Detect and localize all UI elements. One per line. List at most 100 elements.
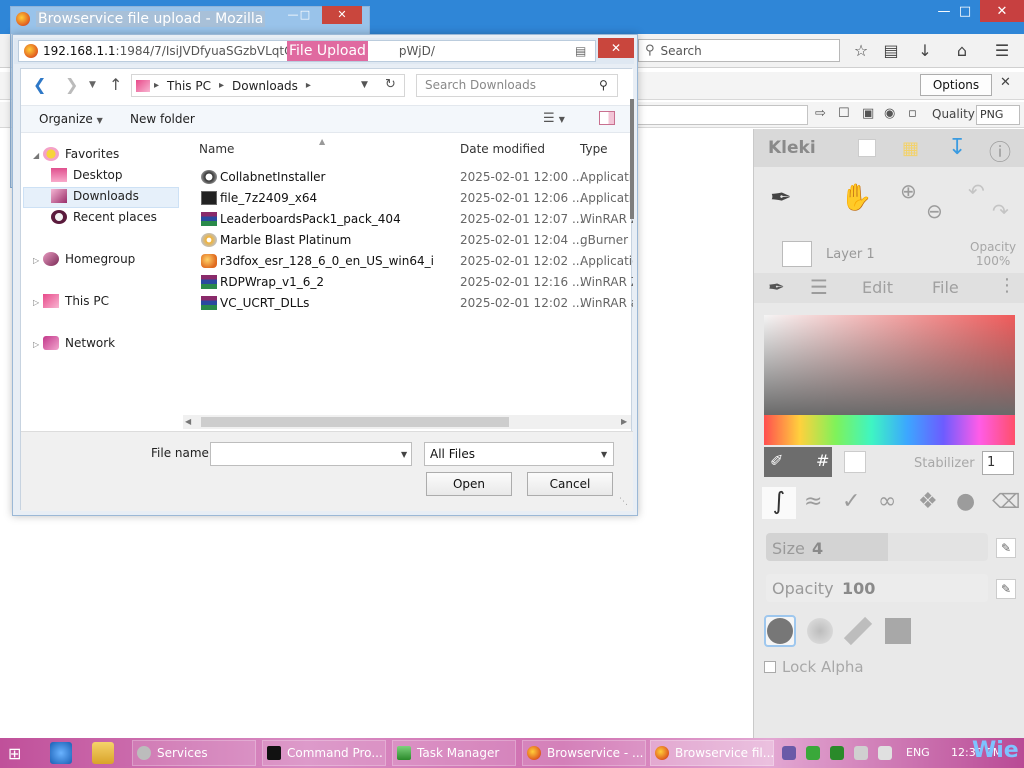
redo-icon[interactable]: ↷ [992, 199, 1009, 223]
file-row[interactable]: r3dfox_esr_128_6_0_en_US_win64_i 2025-02… [197, 251, 633, 272]
clipboard-icon[interactable]: ▫ [908, 106, 917, 121]
expand-icon[interactable]: ▷ [33, 256, 39, 265]
sketchy-brush-icon[interactable]: ✓ [842, 489, 860, 514]
browservice-address-input[interactable] [636, 105, 808, 125]
stabilizer-select[interactable]: 1 [982, 451, 1014, 475]
expand-icon[interactable]: ◢ [33, 151, 39, 160]
breadcrumb-downloads[interactable]: Downloads [232, 79, 298, 93]
cancel-button[interactable]: Cancel [527, 472, 613, 496]
windows-start-icon[interactable]: ⊞ [8, 744, 21, 763]
save-icon[interactable]: ▣ [862, 106, 874, 121]
tray-app-icon[interactable] [782, 746, 796, 760]
taskbar-item-browservice[interactable]: Browservice - ... [522, 740, 646, 766]
new-folder-button[interactable]: New folder [130, 112, 195, 126]
file-row[interactable]: file_7z2409_x64 2025-02-01 12:06 ... App… [197, 188, 633, 209]
search-downloads-input[interactable]: Search Downloads [416, 74, 618, 97]
file-row[interactable]: LeaderboardsPack1_pack_404 2025-02-01 12… [197, 209, 633, 230]
tray-status-icon[interactable] [830, 746, 844, 760]
reader-view-icon[interactable]: ▤ [575, 44, 586, 58]
close-button[interactable]: ✕ [980, 0, 1024, 22]
smudge-icon[interactable]: ● [956, 489, 975, 514]
popup-maximize-button[interactable]: □ [294, 8, 316, 24]
scroll-left-icon[interactable]: ◀ [185, 417, 191, 426]
volume-icon[interactable] [878, 746, 892, 760]
vertical-scrollbar[interactable] [630, 99, 634, 219]
column-header-name[interactable]: Name [199, 142, 234, 156]
tree-item-desktop[interactable]: Desktop [51, 168, 123, 182]
size-edit-icon[interactable]: ✎ [996, 538, 1016, 558]
tree-item-network[interactable]: Network [43, 336, 115, 350]
zoom-out-icon[interactable]: ⊖ [926, 199, 943, 223]
back-arrow-icon[interactable]: ❮ [33, 75, 46, 94]
hex-input-button[interactable]: # [816, 451, 829, 470]
download-icon[interactable]: ↓ [913, 40, 937, 62]
file-row[interactable]: RDPWrap_v1_6_2 2025-02-01 12:16 ... WinR… [197, 272, 633, 293]
preview-pane-icon[interactable] [599, 111, 615, 125]
column-header-date[interactable]: Date modified [460, 142, 545, 156]
tree-item-this-pc[interactable]: This PC [43, 294, 109, 308]
new-image-icon[interactable] [858, 139, 876, 157]
tree-item-homegroup[interactable]: Homegroup [43, 252, 135, 266]
color-picker-area[interactable] [764, 315, 1015, 415]
tab-edit[interactable]: Edit [862, 278, 893, 297]
dialog-close-button[interactable]: ✕ [598, 38, 634, 58]
maximize-button[interactable]: □ [950, 0, 980, 22]
browser-search-input[interactable]: ⚲ Search [638, 39, 840, 62]
shape-circle-soft[interactable] [804, 615, 836, 647]
close-icon[interactable]: ✕ [1000, 75, 1011, 90]
shape-square[interactable] [882, 615, 914, 647]
recent-locations-icon[interactable]: ▼ [89, 80, 96, 90]
eyedropper-icon[interactable]: ✐ [770, 451, 783, 470]
hue-slider[interactable] [764, 415, 1015, 445]
opacity-edit-icon[interactable]: ✎ [996, 579, 1016, 599]
fill-icon[interactable]: ❖ [918, 489, 938, 514]
help-icon[interactable]: ⓘ [989, 135, 1011, 167]
breadcrumb-this-pc[interactable]: This PC [167, 79, 211, 93]
up-arrow-icon[interactable]: ↑ [109, 75, 122, 94]
layer-row[interactable]: Layer 1 Opacity 100% [754, 235, 1024, 271]
organize-button[interactable]: Organize ▼ [39, 112, 103, 126]
more-icon[interactable]: ⋮ [998, 275, 1016, 296]
download-icon[interactable]: ↧ [948, 135, 966, 160]
expand-icon[interactable]: ▷ [33, 340, 39, 349]
forward-arrow-icon[interactable]: ❯ [65, 75, 78, 94]
tree-item-recent[interactable]: Recent places [51, 210, 157, 224]
refresh-icon[interactable]: ↻ [385, 77, 396, 92]
ie-icon[interactable] [50, 742, 72, 764]
menu-icon[interactable]: ☰ [990, 40, 1014, 62]
hand-icon[interactable]: ✋ [840, 183, 872, 213]
taskbar-item-browservice-upload[interactable]: Browservice fil... [650, 740, 774, 766]
scroll-right-icon[interactable]: ▶ [621, 417, 627, 426]
bookmark-star-icon[interactable]: ☆ [849, 40, 873, 62]
home-icon[interactable]: ⌂ [950, 40, 974, 62]
language-indicator[interactable]: ENG [906, 746, 930, 759]
tab-brush-icon[interactable]: ✒ [768, 275, 785, 299]
view-options-icon[interactable]: ☰ ▼ [543, 111, 565, 126]
go-arrow-icon[interactable]: ⇨ [815, 106, 826, 121]
file-name-input[interactable] [210, 442, 412, 466]
secondary-color-swatch[interactable] [844, 451, 866, 473]
horizontal-scroll-thumb[interactable] [201, 417, 509, 427]
pen-brush-icon[interactable]: ∫ [762, 487, 796, 519]
explorer-icon[interactable] [92, 742, 114, 764]
taskbar-item-command-prompt[interactable]: Command Pro... [262, 740, 386, 766]
lock-alpha-checkbox[interactable] [764, 661, 776, 673]
brush-icon[interactable]: ✒ [770, 183, 792, 213]
eraser-icon[interactable]: ⌫ [992, 489, 1020, 513]
blend-brush-icon[interactable]: ≈ [804, 489, 822, 514]
options-button[interactable]: Options [920, 74, 992, 96]
shape-chisel[interactable] [842, 615, 874, 647]
shape-circle-hard[interactable] [764, 615, 796, 647]
chevron-down-icon[interactable]: ▼ [401, 450, 407, 459]
file-row[interactable]: VC_UCRT_DLLs 2025-02-01 12:02 ... WinRAR… [197, 293, 633, 314]
taskbar-item-services[interactable]: Services [132, 740, 256, 766]
lasso-icon[interactable]: ∞ [878, 489, 896, 514]
tree-item-downloads[interactable]: Downloads [51, 189, 139, 203]
import-icon[interactable]: ▦ [902, 138, 919, 159]
chevron-down-icon[interactable]: ▼ [601, 450, 607, 459]
reading-list-icon[interactable]: ▤ [879, 40, 903, 62]
tree-item-favorites[interactable]: Favorites [43, 147, 119, 161]
tab-file[interactable]: File [932, 278, 959, 297]
bookmark-icon[interactable]: ☐ [838, 106, 850, 121]
taskbar-item-task-manager[interactable]: Task Manager [392, 740, 516, 766]
